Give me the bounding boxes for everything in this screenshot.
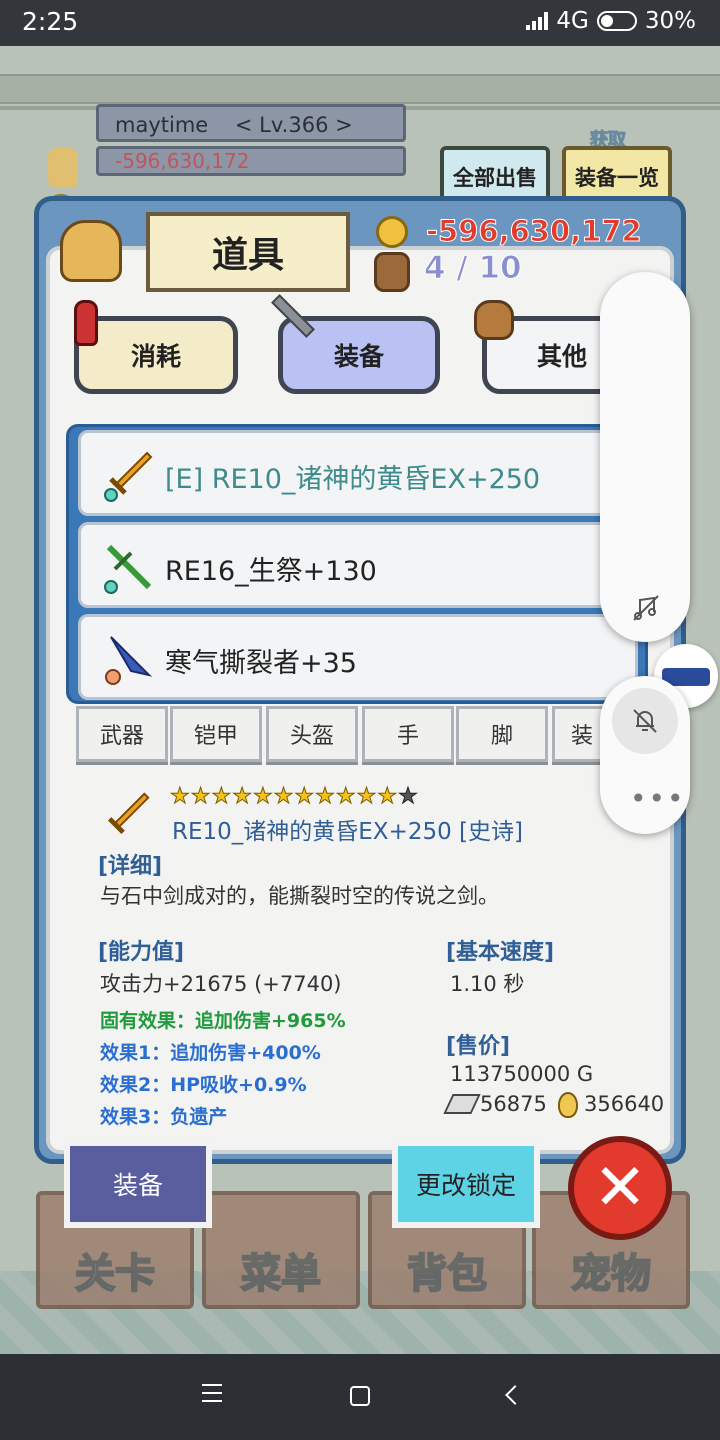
menu-icon[interactable] <box>202 1384 222 1402</box>
panel-title-tab: 道具 <box>146 212 350 292</box>
item-name-2: 寒气撕裂者+35 <box>165 648 357 679</box>
price-header: [售价] <box>446 1034 511 1059</box>
crystal-value: 56875 <box>480 1092 547 1116</box>
close-button[interactable]: ✕ <box>568 1136 672 1240</box>
player-avatar <box>48 148 78 188</box>
sell-all-label: 全部出售 <box>453 166 537 190</box>
drop-value: 356640 <box>584 1092 665 1116</box>
star-filled-icon: ★ <box>252 784 274 810</box>
status-bar: 2:25 4G 30% <box>0 0 720 46</box>
item-name-0: [E] RE10_诸神的黄昏EX+250 <box>165 464 541 495</box>
bell-off-icon <box>633 709 657 733</box>
slot-tab-helmet-label: 头盔 <box>289 724 334 749</box>
ice-blade-icon <box>105 636 153 685</box>
price-value: 113750000 G <box>450 1062 594 1086</box>
battery-icon <box>596 11 637 31</box>
detail-description: 与石中剑成对的，能撕裂时空的传说之剑。 <box>100 884 499 908</box>
tab-equipment-label: 装备 <box>333 342 384 371</box>
star-filled-icon: ★ <box>335 784 357 810</box>
network-type: 4G <box>556 8 589 34</box>
player-gold-small: -596,630,172 <box>115 149 250 173</box>
golden-sword-icon <box>104 451 153 502</box>
item-bag-icon <box>60 220 122 282</box>
panel-title: 道具 <box>211 235 284 276</box>
slot-tab-foot-label: 脚 <box>490 724 513 749</box>
rarity-stars: ★★★★★★★★★★★★ <box>170 784 419 810</box>
status-time: 2:25 <box>22 7 79 36</box>
tab-consumable[interactable]: 消耗 <box>74 316 238 394</box>
nav-bag-label: 背包 <box>406 1250 488 1298</box>
star-filled-icon: ★ <box>170 784 191 810</box>
attack-stat: 攻击力+21675 (+7740) <box>100 972 342 996</box>
detail-header: [详细] <box>98 854 163 879</box>
star-filled-icon: ★ <box>190 784 212 810</box>
nav-menu-label: 菜单 <box>240 1250 322 1298</box>
slot-tab-armor[interactable]: 铠甲 <box>170 706 262 762</box>
player-name: maytime <box>115 113 209 137</box>
slot-tab-weapon[interactable]: 武器 <box>76 706 168 762</box>
more-options-icon[interactable]: ••• <box>630 782 686 815</box>
status-right-group: 4G 30% <box>526 8 696 34</box>
potion-icon <box>74 300 98 346</box>
slot-tab-helmet[interactable]: 头盔 <box>266 706 358 762</box>
bag-icon <box>474 300 514 340</box>
star-filled-icon: ★ <box>273 784 295 810</box>
detail-item-name: RE10_诸神的黄昏EX+250 [史诗] <box>172 819 523 845</box>
player-gold-plate: -596,630,172 <box>96 146 406 176</box>
detail-sword-icon <box>107 792 150 835</box>
star-filled-icon: ★ <box>232 784 253 810</box>
slot-tab-weapon-label: 武器 <box>99 724 144 749</box>
music-off-icon[interactable] <box>630 592 662 624</box>
slot-tab-hand[interactable]: 手 <box>362 706 454 762</box>
toggle-lock-button[interactable]: 更改锁定 <box>392 1140 540 1228</box>
equip-button[interactable]: 装备 <box>64 1140 212 1228</box>
star-filled-icon: ★ <box>315 784 336 810</box>
home-icon[interactable] <box>350 1386 370 1406</box>
floating-toolbar <box>600 272 690 642</box>
player-level: < Lv.366 > <box>234 113 353 137</box>
star-empty-icon: ★ <box>398 784 419 810</box>
slot-tab-accessory-label: 装 <box>570 724 593 749</box>
equip-list-label: 装备一览 <box>575 166 659 190</box>
list-item-0[interactable]: [E] RE10_诸神的黄昏EX+250 <box>78 430 638 516</box>
wall-trim <box>0 74 720 104</box>
slot-tab-armor-label: 铠甲 <box>193 724 238 749</box>
system-nav-bar <box>0 1354 720 1440</box>
player-name-plate: maytime < Lv.366 > <box>96 104 406 142</box>
back-icon[interactable] <box>505 1385 525 1405</box>
battery-percent: 30% <box>644 8 696 34</box>
green-staff-icon <box>104 544 152 594</box>
star-filled-icon: ★ <box>294 784 316 810</box>
gold-coin-icon <box>376 216 408 248</box>
item-name-1: RE16_生祭+130 <box>165 556 377 587</box>
inventory-capacity: 4 / 10 <box>424 250 523 287</box>
slot-tab-foot[interactable]: 脚 <box>456 706 548 762</box>
star-filled-icon: ★ <box>377 784 399 810</box>
slot-tab-hand-label: 手 <box>396 724 419 749</box>
nav-stage-label: 关卡 <box>74 1250 156 1298</box>
equip-button-label: 装备 <box>112 1171 163 1200</box>
speed-value: 1.10 秒 <box>450 972 525 996</box>
backpack-icon <box>374 252 410 292</box>
nav-menu-tile[interactable]: 菜单 <box>202 1191 360 1309</box>
gold-amount: -596,630,172 <box>426 214 643 249</box>
tab-consumable-label: 消耗 <box>130 342 181 371</box>
nav-pet-label: 宠物 <box>570 1250 652 1298</box>
signal-icon <box>526 12 549 30</box>
effect-1: 效果1：追加伤害+400% <box>100 1042 321 1064</box>
toggle-lock-label: 更改锁定 <box>415 1171 516 1200</box>
effect-2: 效果2：HP吸收+0.9% <box>100 1074 307 1096</box>
stats-header: [能力值] <box>98 940 185 965</box>
close-icon: ✕ <box>593 1151 647 1225</box>
drop-icon <box>558 1092 578 1118</box>
list-item-2[interactable]: 寒气撕裂者+35 <box>78 614 638 700</box>
effect-3: 效果3：负遗产 <box>100 1106 228 1128</box>
tab-other-label: 其他 <box>536 342 587 371</box>
star-filled-icon: ★ <box>211 784 233 810</box>
list-item-1[interactable]: RE16_生祭+130 <box>78 522 638 608</box>
speed-header: [基本速度] <box>446 940 555 965</box>
inherent-effect: 固有效果：追加伤害+965% <box>100 1010 346 1032</box>
star-filled-icon: ★ <box>356 784 378 810</box>
